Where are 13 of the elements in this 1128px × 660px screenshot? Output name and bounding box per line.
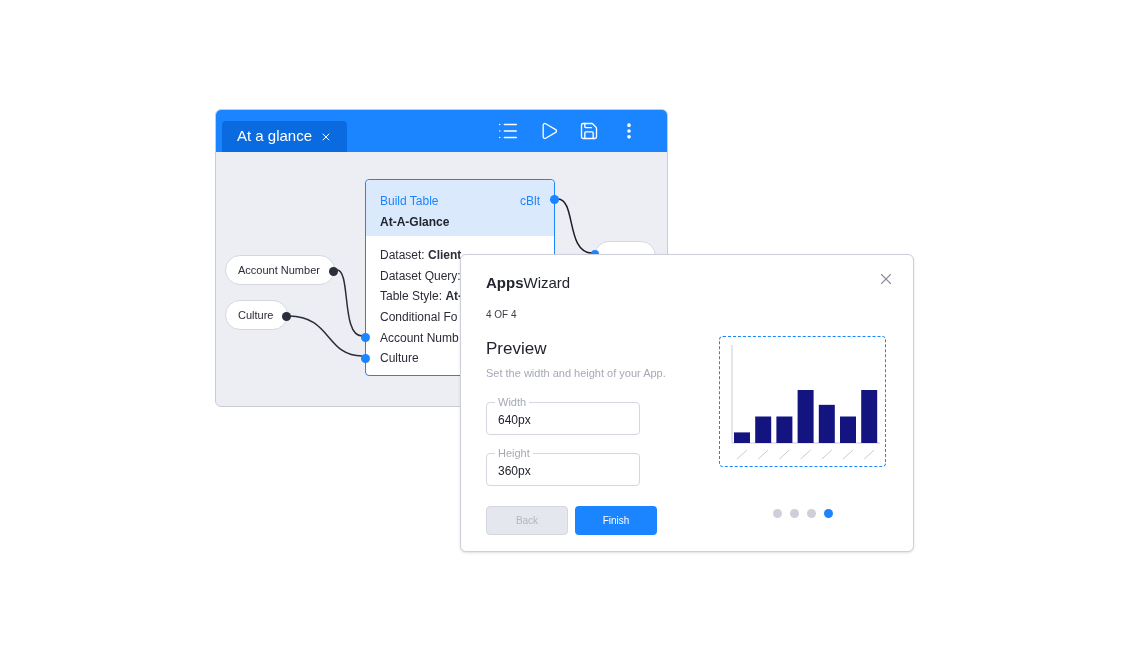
node-field: Culture	[380, 349, 419, 368]
step-counter: 4 OF 4	[486, 307, 518, 322]
node-field: Conditional Fo	[380, 308, 458, 327]
section-heading: Preview	[486, 337, 548, 360]
node-title: Build Table	[380, 193, 439, 210]
section-subtitle: Set the width and height of your App.	[486, 366, 667, 381]
node-field: Dataset: Client	[380, 246, 462, 265]
tab-label: At a glance	[237, 126, 313, 147]
node-subtitle: At-A-Glance	[380, 214, 451, 231]
node-field: Account Numb	[380, 328, 459, 347]
dialog-title: AppsWizard	[486, 273, 571, 293]
port-label: cBlt	[520, 193, 540, 210]
node-field: Dataset Query:	[380, 266, 461, 285]
